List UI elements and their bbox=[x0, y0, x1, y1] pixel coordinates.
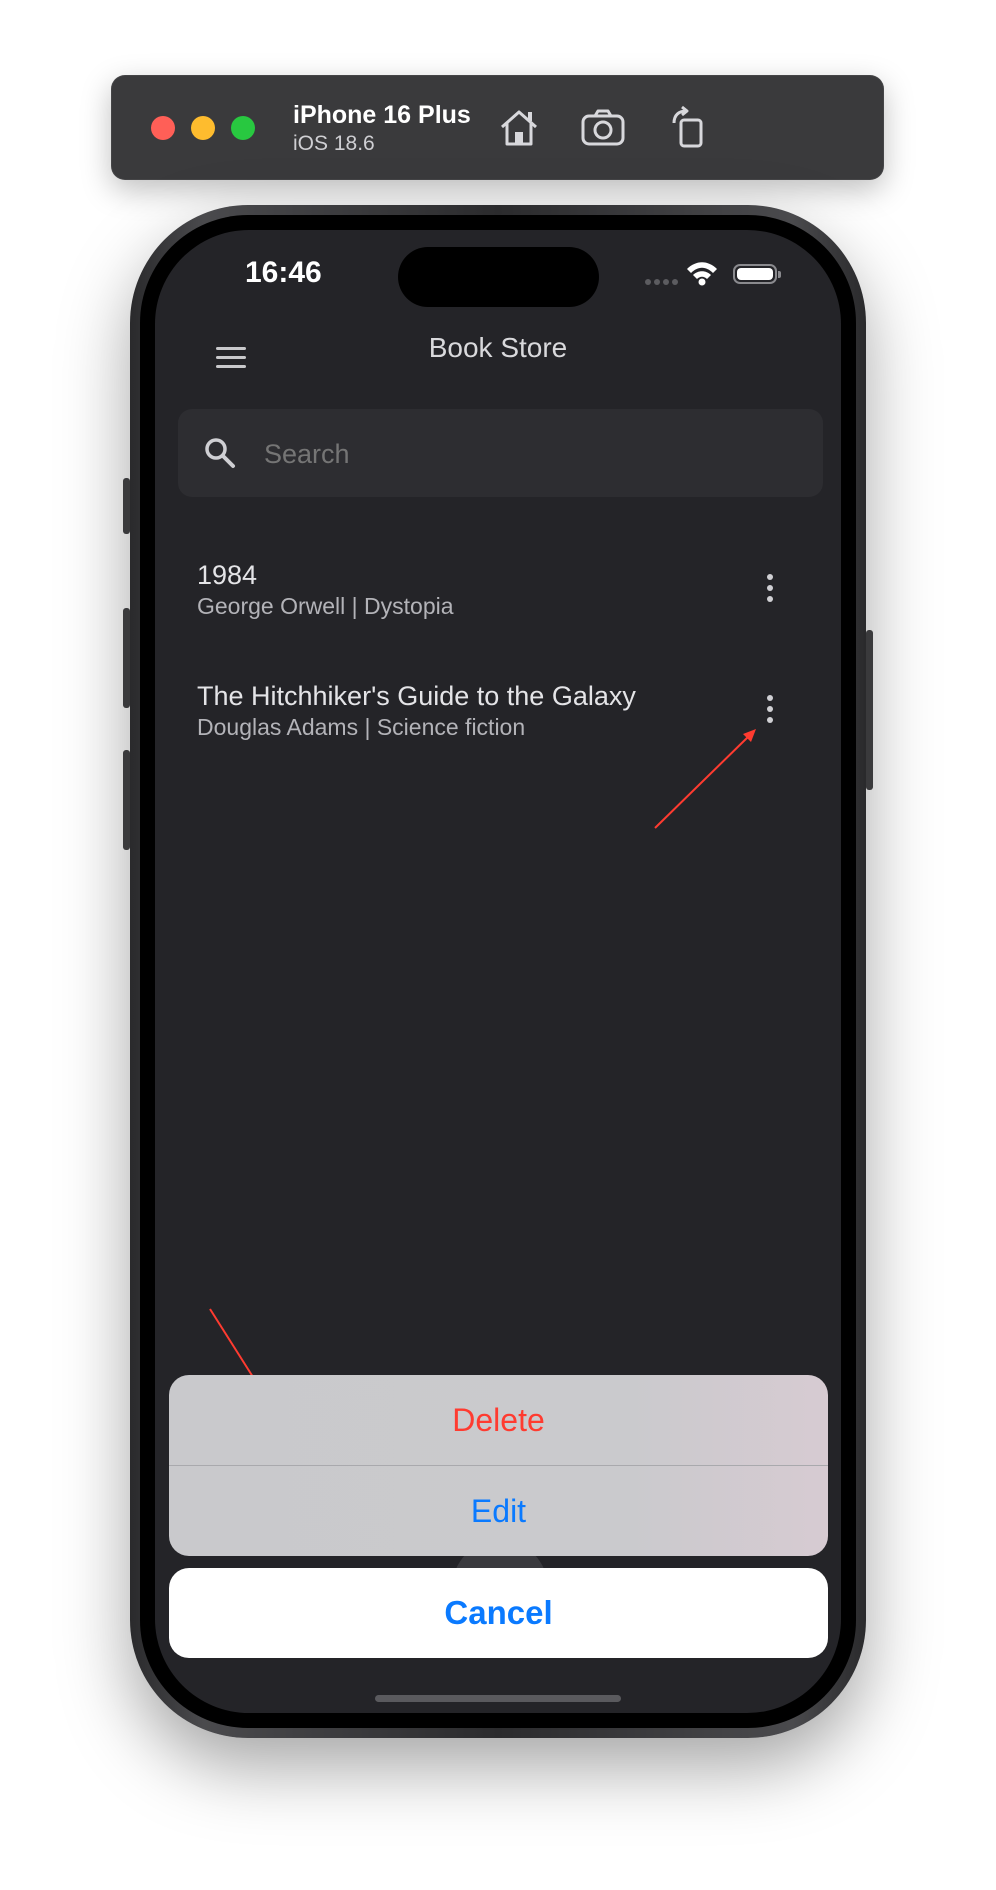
dynamic-island bbox=[398, 247, 599, 307]
search-input[interactable] bbox=[262, 409, 806, 499]
more-options-icon[interactable] bbox=[760, 691, 780, 731]
book-list-item[interactable]: The Hitchhiker's Guide to the Galaxy Dou… bbox=[197, 681, 807, 761]
phone-screen: 16:46 Book Store 1984 George Orwell | Dy… bbox=[155, 230, 841, 1713]
screenshot-icon[interactable] bbox=[578, 103, 628, 153]
edit-button[interactable]: Edit bbox=[169, 1466, 828, 1556]
action-button bbox=[123, 478, 130, 534]
rotate-icon[interactable] bbox=[664, 103, 714, 153]
book-title: The Hitchhiker's Guide to the Galaxy bbox=[197, 681, 636, 711]
action-sheet: Delete Edit bbox=[169, 1375, 828, 1556]
battery-icon bbox=[733, 264, 781, 284]
book-subtitle: Douglas Adams | Science fiction bbox=[197, 714, 526, 740]
delete-button[interactable]: Delete bbox=[169, 1375, 828, 1465]
volume-down-button bbox=[123, 750, 130, 850]
more-options-icon[interactable] bbox=[760, 570, 780, 610]
home-icon[interactable] bbox=[494, 103, 544, 153]
os-version: iOS 18.6 bbox=[293, 132, 375, 155]
book-list-item[interactable]: 1984 George Orwell | Dystopia bbox=[197, 560, 807, 640]
status-time: 16:46 bbox=[245, 256, 322, 289]
search-icon bbox=[205, 438, 235, 468]
simulator-stage: iPhone 16 Plus iOS 18.6 16:46 Book Store bbox=[0, 0, 996, 1890]
zoom-window-button[interactable] bbox=[231, 116, 255, 140]
cellular-signal-icon bbox=[645, 272, 681, 290]
search-bar[interactable] bbox=[178, 409, 823, 499]
device-name: iPhone 16 Plus bbox=[293, 101, 471, 129]
close-window-button[interactable] bbox=[151, 116, 175, 140]
wifi-icon bbox=[687, 262, 717, 286]
simulator-toolbar: iPhone 16 Plus iOS 18.6 bbox=[111, 75, 884, 180]
power-button bbox=[866, 630, 873, 790]
book-title: 1984 bbox=[197, 560, 258, 590]
home-indicator bbox=[375, 1695, 621, 1702]
minimize-window-button[interactable] bbox=[191, 116, 215, 140]
page-title: Book Store bbox=[428, 332, 568, 363]
cancel-button[interactable]: Cancel bbox=[169, 1568, 828, 1658]
volume-up-button bbox=[123, 608, 130, 708]
book-subtitle: George Orwell | Dystopia bbox=[197, 593, 454, 619]
